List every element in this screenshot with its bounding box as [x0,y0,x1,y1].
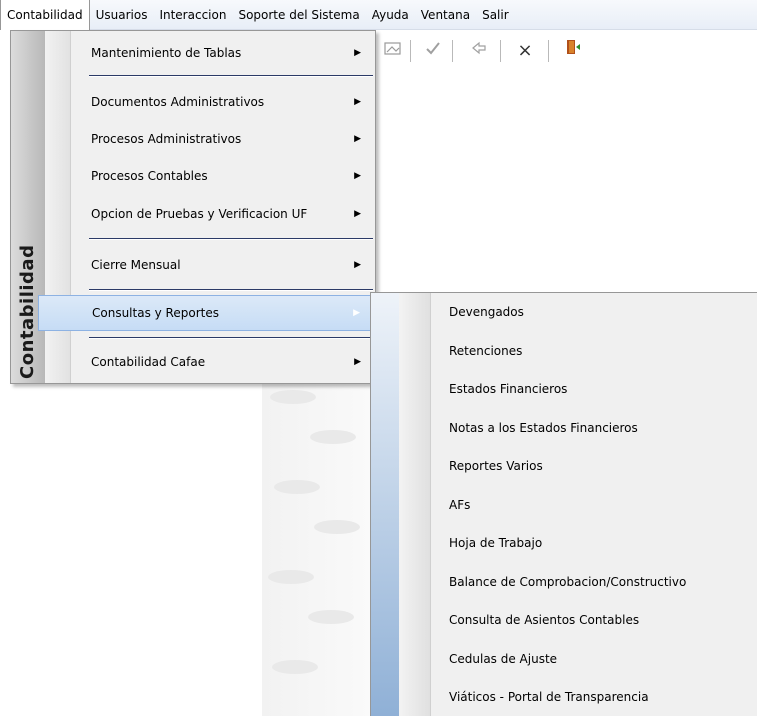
submenu-item-devengados[interactable]: Devengados [431,293,757,331]
menu-ayuda[interactable]: Ayuda [366,0,415,30]
submenu-arrow-icon: ▶ [354,171,361,181]
submenu-icon-gutter [399,293,431,716]
menu-item-label: Procesos Contables [91,169,208,183]
submenu-arrow-icon: ▶ [353,308,360,318]
exit-door-icon[interactable] [560,38,586,64]
menu-ventana[interactable]: Ventana [415,0,476,30]
submenu-side-strip [371,293,399,716]
close-icon[interactable]: × [512,38,538,64]
submenu-arrow-icon: ▶ [354,209,361,219]
submenu-item-reportes-varios[interactable]: Reportes Varios [431,447,757,485]
submenu-item-viaticos-portal[interactable]: Viáticos - Portal de Transparencia [431,678,757,716]
submenu-item-retenciones[interactable]: Retenciones [431,332,757,370]
image-icon[interactable] [380,38,406,64]
contabilidad-menu: Contabilidad Mantenimiento de Tablas ▶ D… [10,30,376,384]
submenu-item-estados-financieros[interactable]: Estados Financieros [431,370,757,408]
menu-item-label: Documentos Administrativos [91,95,265,109]
submenu-arrow-icon: ▶ [354,97,361,107]
menu-usuarios[interactable]: Usuarios [90,0,154,30]
menu-interaccion[interactable]: Interaccion [153,0,232,30]
menu-item-label: Cierre Mensual [91,258,181,272]
menu-item-consultas-y-reportes[interactable]: Consultas y Reportes ▶ [38,295,375,331]
menu-contabilidad[interactable]: Contabilidad [0,0,90,30]
toolbar-separator [410,40,411,62]
menu-item-label: Consultas y Reportes [92,306,219,320]
menu-item-procesos-administrativos[interactable]: Procesos Administrativos ▶ [71,121,375,157]
menu-soporte-del-sistema[interactable]: Soporte del Sistema [232,0,365,30]
submenu-arrow-icon: ▶ [354,260,361,270]
menu-bar: Contabilidad Usuarios Interaccion Soport… [0,0,757,30]
submenu-arrow-icon: ▶ [354,48,361,58]
submenu-arrow-icon: ▶ [354,134,361,144]
menu-item-label: Contabilidad Cafae [91,355,206,369]
submenu-arrow-icon: ▶ [354,357,361,367]
toolbar-separator [452,40,453,62]
menu-separator [89,238,373,240]
menu-item-cierre-mensual[interactable]: Cierre Mensual ▶ [71,247,375,283]
submenu-item-balance-de-comprobacion[interactable]: Balance de Comprobacion/Constructivo [431,563,757,601]
forward-icon[interactable] [466,38,492,64]
menu-item-procesos-contables[interactable]: Procesos Contables ▶ [71,158,375,194]
submenu-item-notas-estados-financieros[interactable]: Notas a los Estados Financieros [431,409,757,447]
toolbar-separator [500,40,501,62]
submenu-item-hoja-de-trabajo[interactable]: Hoja de Trabajo [431,524,757,562]
submenu-item-afs[interactable]: AFs [431,486,757,524]
menu-salir[interactable]: Salir [476,0,515,30]
menu-separator [89,289,373,291]
submenu-item-consulta-asientos-contables[interactable]: Consulta de Asientos Contables [431,601,757,639]
check-icon[interactable] [420,38,446,64]
menu-item-label: Opcion de Pruebas y Verificacion UF [91,207,308,221]
menu-separator [89,337,373,339]
toolbar-separator [548,40,549,62]
menu-item-label: Mantenimiento de Tablas [91,46,242,60]
submenu-item-cedulas-de-ajuste[interactable]: Cedulas de Ajuste [431,640,757,678]
menu-item-contabilidad-cafae[interactable]: Contabilidad Cafae ▶ [71,344,375,380]
menu-item-label: Procesos Administrativos [91,132,242,146]
menu-separator [89,75,373,77]
menu-item-opcion-de-pruebas[interactable]: Opcion de Pruebas y Verificacion UF ▶ [71,196,375,232]
menu-item-documentos-administrativos[interactable]: Documentos Administrativos ▶ [71,84,375,120]
consultas-y-reportes-submenu: Devengados Retenciones Estados Financier… [370,292,757,716]
menu-item-mantenimiento-de-tablas[interactable]: Mantenimiento de Tablas ▶ [71,35,375,71]
